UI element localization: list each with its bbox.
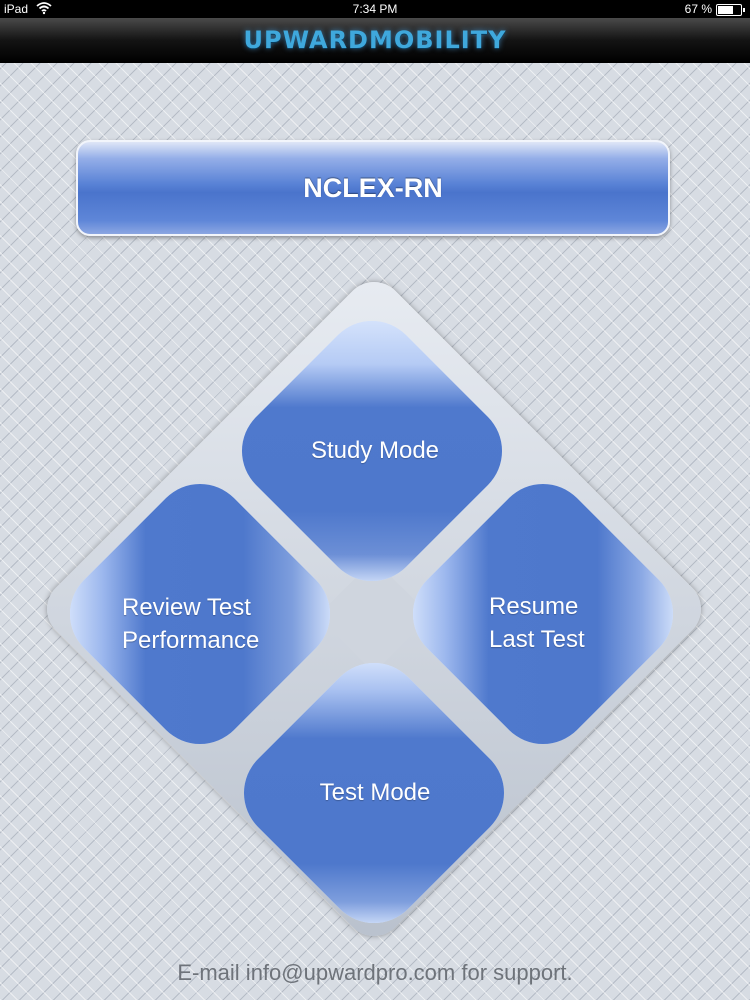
clock: 7:34 PM bbox=[352, 2, 398, 16]
page-title: NCLEX-RN bbox=[303, 172, 443, 203]
status-bar: iPad 7:34 PM 67 % bbox=[0, 0, 750, 18]
navigation-bar: UPWARDMOBILITY bbox=[0, 18, 750, 63]
battery-percent: 67 % bbox=[684, 2, 712, 16]
battery-icon bbox=[716, 4, 745, 16]
exam-title-banner: NCLEX-RN bbox=[76, 140, 670, 236]
app-logo: UPWARDMOBILITY bbox=[243, 26, 507, 54]
support-email-text: E-mail info@upwardpro.com for support. bbox=[177, 960, 573, 985]
